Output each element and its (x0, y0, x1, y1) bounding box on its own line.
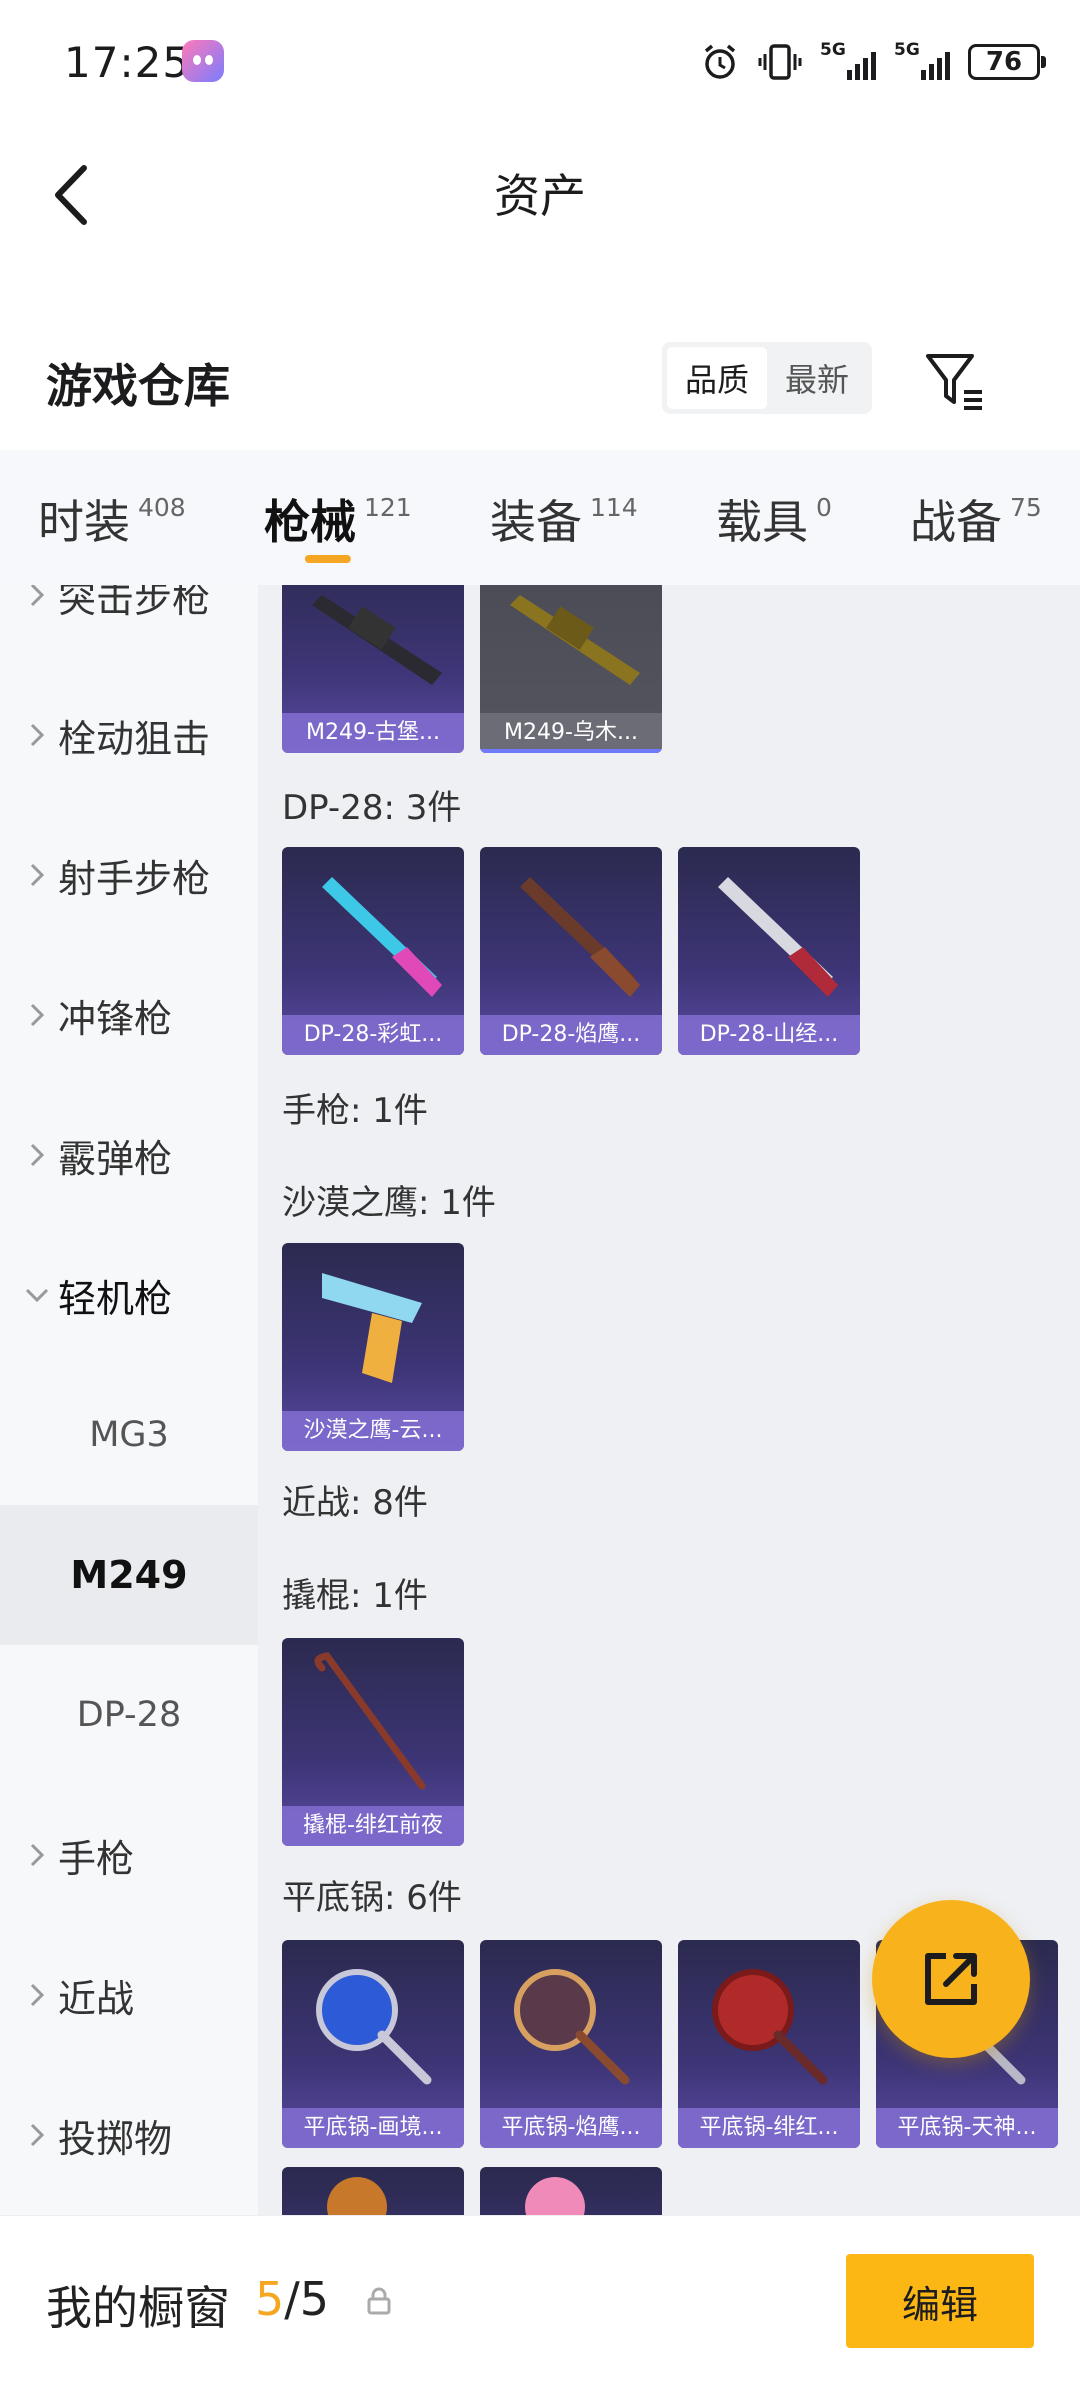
sidebar-item-lmg[interactable]: 轻机枪 (0, 1225, 258, 1365)
app-notification-icon (182, 40, 224, 82)
chevron-right-icon (24, 1842, 50, 1868)
section-header-deagle: 沙漠之鹰: 1件 (282, 1183, 496, 1223)
sidebar-item-shotgun[interactable]: 霰弹枪 (0, 1085, 258, 1225)
active-tab-indicator (304, 555, 351, 563)
vibrate-icon (758, 44, 802, 80)
chevron-right-icon (24, 1002, 50, 1028)
signal-5g-icon: 5G (820, 40, 876, 82)
sidebar-subitem-m249[interactable]: M249 (0, 1505, 258, 1645)
showcase-bar: 我的橱窗 5/5 编辑 (0, 2215, 1080, 2382)
item-card[interactable]: 平底锅-绯红... (678, 1940, 860, 2148)
item-card[interactable]: 平底锅-画境... (282, 1940, 464, 2148)
warehouse-title: 游戏仓库 (46, 359, 230, 413)
item-card[interactable] (282, 2167, 464, 2215)
tab-fashion[interactable]: 时装 408 (38, 450, 186, 585)
frying-pan-icon (525, 2177, 585, 2215)
chevron-right-icon (24, 862, 50, 888)
frying-pan-icon (316, 1969, 432, 2085)
tab-vehicles[interactable]: 载具 0 (716, 450, 832, 585)
sidebar-item-bolt-sniper[interactable]: 栓动狙击 (0, 665, 258, 805)
showcase-count: 5/5 (255, 2272, 330, 2326)
rifle-icon (322, 877, 442, 997)
section-header-pan: 平底锅: 6件 (282, 1878, 462, 1918)
lmg-gun-icon (510, 595, 640, 685)
showcase-title: 我的橱窗 (46, 2281, 230, 2335)
chevron-right-icon (24, 2122, 50, 2148)
frying-pan-icon (514, 1969, 630, 2085)
sidebar-item-melee[interactable]: 近战 (0, 1925, 258, 2065)
frying-pan-icon (327, 2177, 387, 2215)
item-card[interactable]: M249-乌木... (480, 585, 662, 753)
item-card[interactable]: DP-28-彩虹... (282, 847, 464, 1055)
crowbar-icon (314, 1652, 426, 1790)
chevron-right-icon (24, 722, 50, 748)
nav-bar: 资产 (0, 120, 1080, 260)
signal-5g-icon-2: 5G (894, 40, 950, 82)
tab-supplies[interactable]: 战备 75 (910, 450, 1042, 585)
item-card[interactable]: DP-28-焰鹰... (480, 847, 662, 1055)
status-time: 17:25 (64, 38, 191, 87)
sidebar-item-throwables[interactable]: 投掷物 (0, 2065, 258, 2205)
sidebar-subitem-dp28[interactable]: DP-28 (0, 1645, 258, 1785)
category-tabs: 时装 408 枪械 121 装备 114 载具 0 战备 75 (0, 450, 1080, 585)
item-card[interactable]: DP-28-山经... (678, 847, 860, 1055)
section-header-crowbar: 撬棍: 1件 (282, 1576, 428, 1616)
section-header-melee: 近战: 8件 (282, 1483, 428, 1523)
item-card[interactable] (480, 2167, 662, 2215)
item-card[interactable]: M249-古堡... (282, 585, 464, 753)
sidebar-subitem-mg3[interactable]: MG3 (0, 1365, 258, 1505)
item-card[interactable]: 沙漠之鹰-云... (282, 1243, 464, 1451)
filter-button[interactable] (920, 344, 992, 416)
tab-guns[interactable]: 枪械 121 (264, 450, 412, 585)
warehouse-header: 游戏仓库 品质 最新 (0, 330, 1080, 450)
weapon-type-sidebar: 突击步枪 栓动狙击 射手步枪 冲锋枪 霰弹枪 轻机枪 MG3 M249 DP-2… (0, 585, 258, 2215)
external-link-icon (925, 1953, 977, 2005)
item-card[interactable]: 撬棍-绯红前夜 (282, 1638, 464, 1846)
share-fab-button[interactable] (872, 1900, 1030, 2058)
item-card[interactable]: 平底锅-焰鹰... (480, 1940, 662, 2148)
battery-icon: 76 (968, 44, 1046, 80)
rifle-icon (520, 877, 640, 997)
sort-quality-button[interactable]: 品质 (667, 347, 767, 409)
sort-toggle: 品质 最新 (662, 342, 872, 414)
pistol-icon (322, 1273, 422, 1383)
chevron-right-icon (24, 1142, 50, 1168)
sidebar-item-assault-rifle[interactable]: 突击步枪 (0, 585, 258, 665)
lock-icon (367, 2287, 391, 2315)
section-header-pistol: 手枪: 1件 (282, 1091, 428, 1131)
status-bar: 17:25 5G 5G 76 (0, 0, 1080, 120)
tab-equipment[interactable]: 装备 114 (490, 450, 638, 585)
sidebar-item-marksman-rifle[interactable]: 射手步枪 (0, 805, 258, 945)
frying-pan-icon (712, 1969, 828, 2085)
filter-icon (926, 354, 982, 410)
page-title: 资产 (494, 169, 586, 223)
edit-button[interactable]: 编辑 (846, 2254, 1034, 2348)
battery-level: 76 (985, 47, 1023, 77)
sort-latest-button[interactable]: 最新 (767, 347, 867, 409)
lmg-gun-icon (312, 595, 442, 685)
rifle-icon (718, 877, 838, 997)
sidebar-item-pistol[interactable]: 手枪 (0, 1785, 258, 1925)
alarm-icon (704, 44, 736, 79)
status-icons: 5G 5G 76 (700, 38, 1046, 86)
sidebar-item-smg[interactable]: 冲锋枪 (0, 945, 258, 1085)
chevron-down-icon (24, 1287, 50, 1303)
section-header-dp28: DP-28: 3件 (282, 788, 462, 828)
app-root: 17:25 5G 5G 76 资产 游戏仓库 品质 最新 时装 408 枪械 1… (0, 0, 1080, 2382)
chevron-right-icon (24, 585, 50, 608)
chevron-right-icon (24, 1982, 50, 2008)
